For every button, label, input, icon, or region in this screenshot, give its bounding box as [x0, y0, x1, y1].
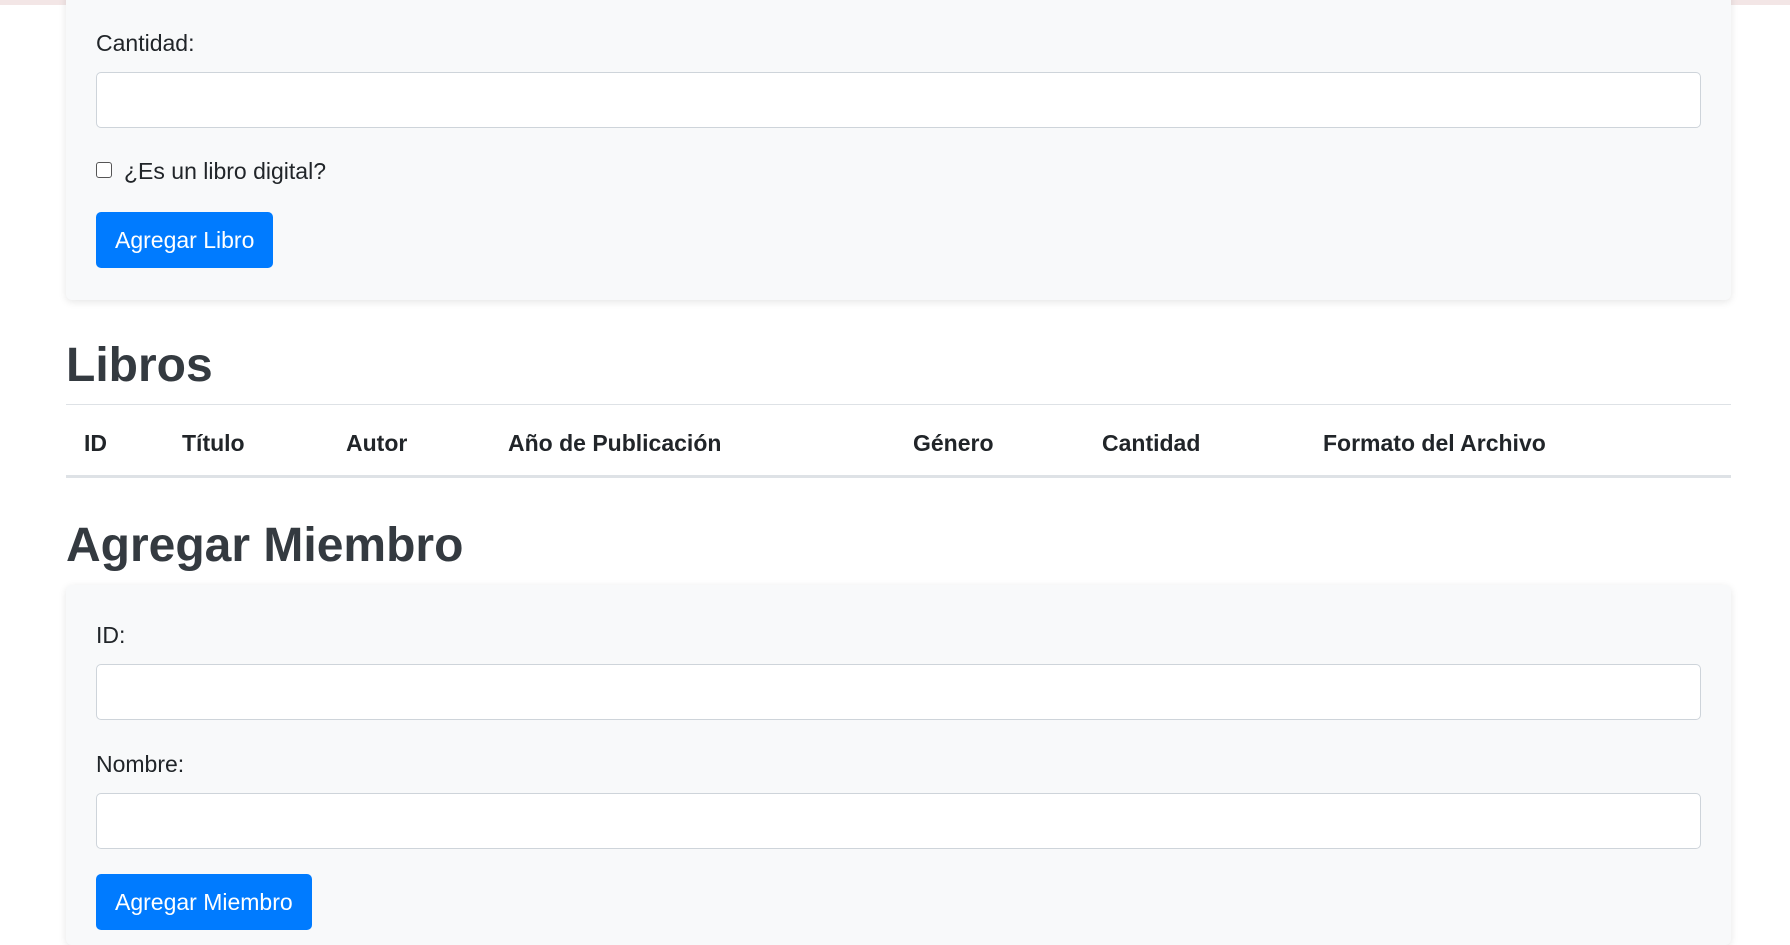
member-id-input[interactable] — [96, 664, 1701, 720]
column-header-file-format: Formato del Archivo — [1323, 430, 1546, 456]
column-header-genre: Género — [913, 430, 994, 456]
add-member-title: Agregar Miembro — [66, 519, 464, 572]
add-book-form: Cantidad: ¿Es un libro digital? Agregar … — [66, 0, 1731, 300]
digital-book-checkbox[interactable] — [96, 161, 112, 178]
column-header-id: ID — [84, 430, 107, 456]
member-name-label: Nombre: — [96, 751, 185, 777]
column-header-year: Año de Publicación — [508, 430, 722, 456]
books-table: ID Título Autor Año de Publicación Géner… — [66, 404, 1731, 478]
books-title: Libros — [66, 339, 213, 392]
quantity-label: Cantidad: — [96, 30, 195, 56]
column-header-author: Autor — [346, 430, 408, 456]
add-book-button[interactable]: Agregar Libro — [96, 212, 274, 268]
member-id-label: ID: — [96, 622, 126, 648]
quantity-input[interactable] — [96, 72, 1701, 128]
digital-book-row: ¿Es un libro digital? — [96, 158, 326, 185]
add-member-form: ID: Nombre: Agregar Miembro — [66, 585, 1731, 945]
column-header-title: Título — [182, 430, 245, 456]
digital-book-label: ¿Es un libro digital? — [124, 158, 326, 184]
column-header-quantity: Cantidad — [1102, 430, 1201, 456]
member-name-input[interactable] — [96, 793, 1701, 849]
add-member-button[interactable]: Agregar Miembro — [96, 874, 312, 930]
